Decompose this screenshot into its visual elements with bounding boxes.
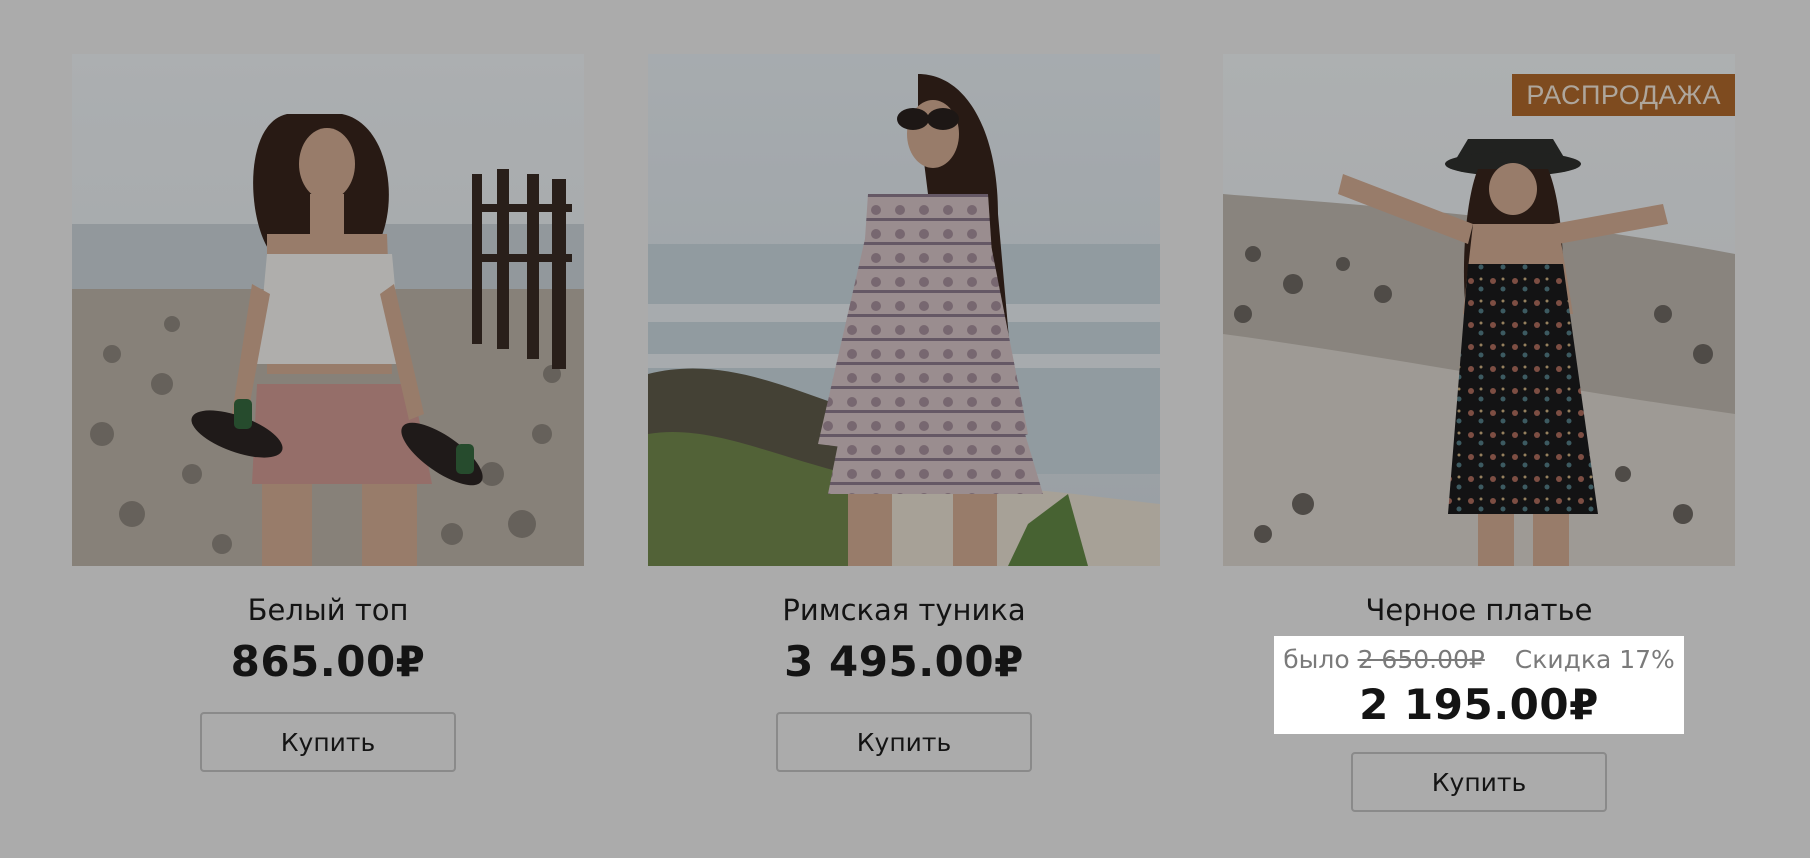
product-image[interactable] bbox=[72, 54, 584, 566]
product-image[interactable] bbox=[648, 54, 1160, 566]
product-title[interactable]: Белый топ bbox=[72, 592, 584, 628]
product-grid: Белый топ 865.00₽ Купить Римская туника … bbox=[0, 0, 1810, 858]
product-price: 865.00₽ bbox=[230, 637, 426, 686]
product-price: 3 495.00₽ bbox=[784, 637, 1024, 686]
product-card: РАСПРОДАЖА Черное платье было 2 650.00₽ … bbox=[1223, 54, 1735, 812]
buy-button[interactable]: Купить bbox=[776, 712, 1032, 772]
price-highlight-box: было 2 650.00₽ Скидка 17% 2 195.00₽ bbox=[1274, 636, 1684, 734]
product-photo-white-top bbox=[72, 54, 584, 566]
product-title[interactable]: Римская туника bbox=[648, 592, 1160, 628]
discount-label: Скидка 17% bbox=[1514, 645, 1675, 674]
product-photo-black-dress bbox=[1223, 54, 1735, 566]
product-price: 2 195.00₽ bbox=[1359, 680, 1599, 729]
product-image[interactable]: РАСПРОДАЖА bbox=[1223, 54, 1735, 566]
sale-badge: РАСПРОДАЖА bbox=[1512, 74, 1735, 116]
old-price-prefix: было bbox=[1283, 645, 1350, 674]
buy-button[interactable]: Купить bbox=[200, 712, 456, 772]
product-photo-tunic bbox=[648, 54, 1160, 566]
product-card: Белый топ 865.00₽ Купить bbox=[72, 54, 584, 772]
buy-button[interactable]: Купить bbox=[1351, 752, 1607, 812]
old-price: 2 650.00₽ bbox=[1357, 645, 1485, 674]
old-price-line: было 2 650.00₽ Скидка 17% bbox=[1274, 636, 1684, 674]
product-card: Римская туника 3 495.00₽ Купить bbox=[648, 54, 1160, 772]
product-title[interactable]: Черное платье bbox=[1223, 592, 1735, 628]
